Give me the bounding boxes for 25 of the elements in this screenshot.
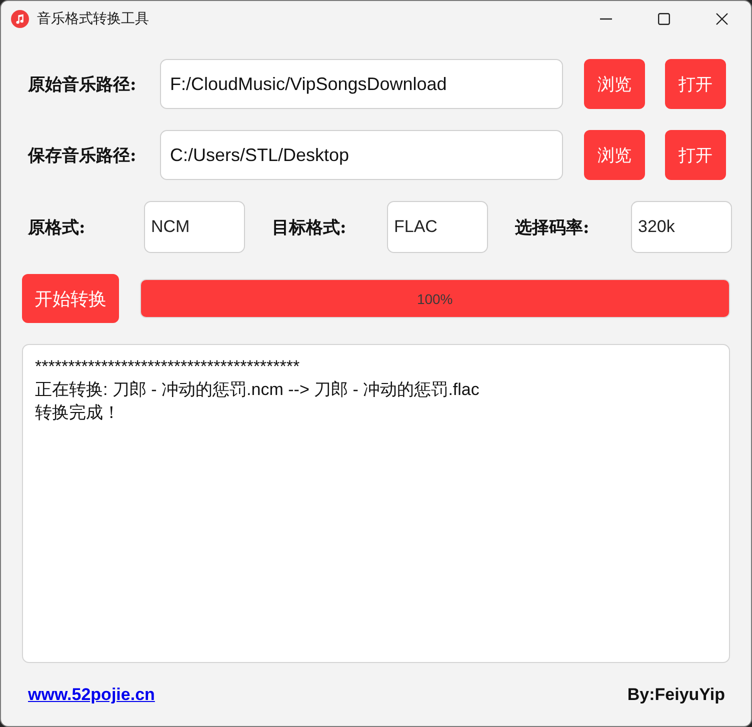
path-label: 保存音乐路径:: [26, 144, 138, 166]
log-line: ****************************************: [35, 356, 300, 378]
format-field[interactable]: 320k: [631, 201, 732, 253]
author-credit: By:FeiyuYip: [627, 685, 725, 705]
path-button[interactable]: 打开: [665, 130, 726, 180]
path-button[interactable]: 浏览: [584, 130, 645, 180]
close-icon[interactable]: [716, 13, 728, 25]
log-line: 转换完成！: [35, 402, 120, 424]
format-field[interactable]: FLAC: [387, 201, 488, 253]
path-button[interactable]: 浏览: [584, 59, 645, 109]
path-field[interactable]: C:/Users/STL/Desktop: [160, 130, 563, 180]
format-label: 原格式:: [28, 216, 86, 238]
format-field[interactable]: NCM: [144, 201, 245, 253]
path-label: 原始音乐路径:: [26, 74, 138, 96]
format-label: 选择码率:: [515, 216, 590, 238]
path-button[interactable]: 打开: [665, 59, 726, 109]
music-note-icon: [11, 10, 29, 28]
log-line: 正在转换: 刀郎 - 冲动的惩罚.ncm --> 刀郎 - 冲动的惩罚.flac: [35, 379, 480, 401]
start-convert-button[interactable]: 开始转换: [22, 274, 119, 323]
progress-percent: 100%: [416, 290, 453, 306]
format-label: 目标格式:: [272, 216, 346, 238]
window-title: 音乐格式转换工具: [37, 10, 150, 28]
maximize-icon[interactable]: [658, 13, 670, 25]
path-field[interactable]: F:/CloudMusic/VipSongsDownload: [160, 59, 563, 109]
website-link[interactable]: www.52pojie.cn: [28, 685, 155, 705]
